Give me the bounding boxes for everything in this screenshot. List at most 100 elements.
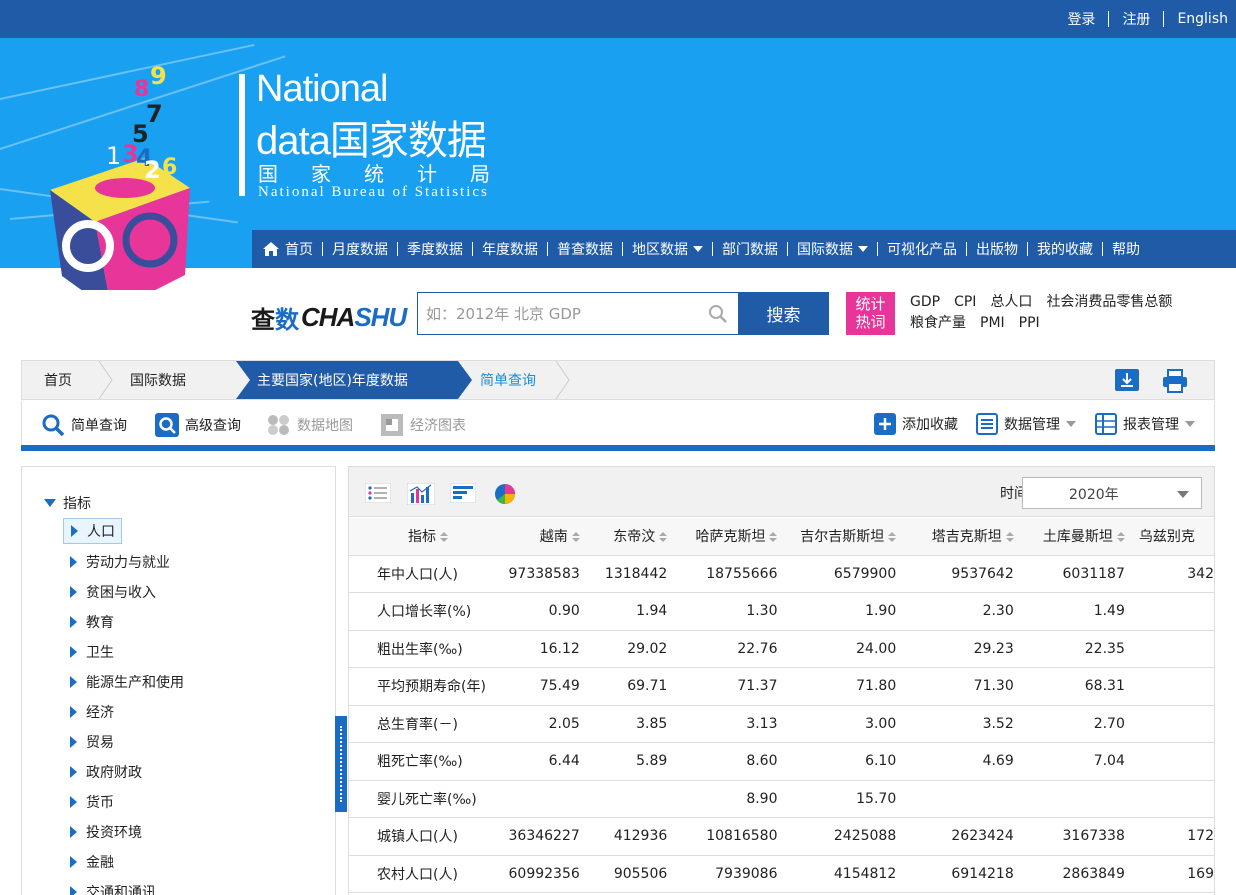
nav-census-data[interactable]: 普查数据 xyxy=(548,239,622,259)
value-cell: 4.69 xyxy=(906,742,1024,781)
tree-item-health[interactable]: 卫生 xyxy=(70,639,114,665)
table-view-icon[interactable] xyxy=(365,483,391,503)
svg-text:6: 6 xyxy=(162,155,177,180)
search-icon[interactable] xyxy=(708,304,728,324)
download-icon[interactable] xyxy=(1115,369,1139,391)
tree-item-economy[interactable]: 经济 xyxy=(70,699,114,725)
table-row: 农村人口(人) 60992356 905506 7939086 4154812 69142… xyxy=(349,855,1214,893)
hot-word-ppi[interactable]: PPI xyxy=(1019,313,1040,334)
value-cell: 1318442 xyxy=(589,555,678,593)
collapsed-icon xyxy=(70,616,77,628)
collapsed-icon xyxy=(70,736,77,748)
number-cube-logo: 9 8 7 5 1 3 4 2 6 xyxy=(50,62,190,290)
nav-help[interactable]: 帮助 xyxy=(1103,239,1149,259)
tree-item-investment[interactable]: 投资环境 xyxy=(70,819,142,845)
hot-word-population[interactable]: 总人口 xyxy=(990,292,1032,313)
nav-international-data[interactable]: 国际数据 xyxy=(788,239,877,259)
hot-word-cpi[interactable]: CPI xyxy=(954,292,976,313)
search-box xyxy=(417,292,739,335)
advanced-query-button[interactable]: 高级查询 xyxy=(155,413,241,437)
tree-item-trade[interactable]: 贸易 xyxy=(70,729,114,755)
tree-item-poverty[interactable]: 贫困与收入 xyxy=(70,579,156,605)
hot-word-retail-sales[interactable]: 社会消费品零售总额 xyxy=(1046,292,1172,313)
nav-department-data[interactable]: 部门数据 xyxy=(713,239,787,259)
hot-word-grain[interactable]: 粮食产量 xyxy=(910,313,966,334)
login-link[interactable]: 登录 xyxy=(1054,9,1108,29)
top-bar: 登录 注册 English xyxy=(0,0,1236,38)
tree-item-labor[interactable]: 劳动力与就业 xyxy=(70,549,170,575)
value-cell: 71.30 xyxy=(906,667,1024,706)
tree-item-finance-gov[interactable]: 政府财政 xyxy=(70,759,142,785)
data-management-menu[interactable]: 数据管理 xyxy=(976,413,1076,435)
bar-chart-icon[interactable] xyxy=(407,483,435,505)
hot-word-pmi[interactable]: PMI xyxy=(980,313,1005,334)
column-header[interactable]: 乌兹别克 xyxy=(1134,518,1214,556)
tree-item-energy[interactable]: 能源生产和使用 xyxy=(70,669,184,695)
value-cell: 97338583 xyxy=(506,555,590,593)
value-cell: 16.12 xyxy=(506,630,590,668)
nav-visualization[interactable]: 可视化产品 xyxy=(878,239,966,259)
register-link[interactable]: 注册 xyxy=(1109,9,1163,29)
breadcrumb-international[interactable]: 国际数据 xyxy=(130,361,186,399)
nav-publications[interactable]: 出版物 xyxy=(967,239,1027,259)
breadcrumb-major-countries[interactable]: 主要国家(地区)年度数据 xyxy=(257,361,408,399)
column-header[interactable]: 吉尔吉斯斯坦 xyxy=(787,518,907,556)
tree-item-currency[interactable]: 货币 xyxy=(70,789,114,815)
nav-monthly-data[interactable]: 月度数据 xyxy=(323,239,397,259)
hot-word-gdp[interactable]: GDP xyxy=(910,292,940,313)
tree-item-education[interactable]: 教育 xyxy=(70,609,114,635)
chashu-logo: 查数 CHASHU xyxy=(251,302,407,334)
tree-item-population[interactable]: 人口 xyxy=(63,518,122,544)
toolbar-underline xyxy=(21,445,1215,451)
advanced-search-icon xyxy=(155,413,179,437)
value-cell xyxy=(506,780,590,818)
nav-quarterly-data[interactable]: 季度数据 xyxy=(398,239,472,259)
english-link[interactable]: English xyxy=(1164,11,1228,27)
year-select[interactable]: 2020年 xyxy=(1022,477,1202,509)
add-favorite-button[interactable]: 添加收藏 xyxy=(874,413,958,435)
value-cell xyxy=(589,780,678,818)
value-cell: 2425088 xyxy=(787,817,907,856)
horizontal-bar-icon[interactable] xyxy=(450,483,476,503)
nav-regional-data[interactable]: 地区数据 xyxy=(623,239,712,259)
nav-home[interactable]: 首页 xyxy=(262,239,322,259)
breadcrumb-simple-query[interactable]: 简单查询 xyxy=(480,361,536,399)
breadcrumb-separator xyxy=(98,361,113,399)
search-button[interactable]: 搜索 xyxy=(738,292,829,335)
column-header[interactable]: 土库曼斯坦 xyxy=(1023,518,1135,556)
chart-icon xyxy=(381,414,403,436)
tree-scroll-handle[interactable] xyxy=(335,716,347,812)
pie-chart-icon[interactable] xyxy=(494,483,516,505)
value-cell: 8.90 xyxy=(677,780,788,818)
value-cell: 29.23 xyxy=(906,630,1024,668)
column-header[interactable]: 指标 xyxy=(349,518,507,556)
collapsed-icon xyxy=(70,856,77,868)
nav-my-favorites[interactable]: 我的收藏 xyxy=(1028,239,1102,259)
column-header[interactable]: 塔吉克斯坦 xyxy=(906,518,1024,556)
column-header[interactable]: 哈萨克斯坦 xyxy=(677,518,788,556)
tree-item-financial[interactable]: 金融 xyxy=(70,849,114,875)
column-header[interactable]: 越南 xyxy=(506,518,590,556)
economic-chart-button[interactable]: 经济图表 xyxy=(380,413,466,437)
svg-text:1: 1 xyxy=(106,142,121,170)
report-management-menu[interactable]: 报表管理 xyxy=(1095,413,1195,435)
search-input[interactable] xyxy=(418,293,698,334)
simple-query-button[interactable]: 简单查询 xyxy=(41,413,127,437)
breadcrumb-home[interactable]: 首页 xyxy=(44,361,72,399)
data-map-button[interactable]: 数据地图 xyxy=(266,413,353,437)
print-icon[interactable] xyxy=(1162,369,1188,393)
value-cell: 29.02 xyxy=(589,630,678,668)
tree-root-indicators[interactable]: 指标 xyxy=(44,493,91,513)
hot-words-badge: 统计 热词 xyxy=(846,292,895,335)
indicator-name-cell: 平均预期寿命(年) xyxy=(349,667,507,706)
value-cell: 1.94 xyxy=(589,592,678,631)
value-cell: 5.89 xyxy=(589,742,678,781)
column-header[interactable]: 东帝汶 xyxy=(589,518,678,556)
nav-annual-data[interactable]: 年度数据 xyxy=(473,239,547,259)
value-cell xyxy=(1134,667,1214,706)
value-cell: 2.30 xyxy=(906,592,1024,631)
value-cell: 68.31 xyxy=(1023,667,1135,706)
value-cell: 6914218 xyxy=(906,855,1024,893)
tree-item-transport[interactable]: 交通和通讯 xyxy=(70,879,156,895)
value-cell: 8.60 xyxy=(677,742,788,781)
